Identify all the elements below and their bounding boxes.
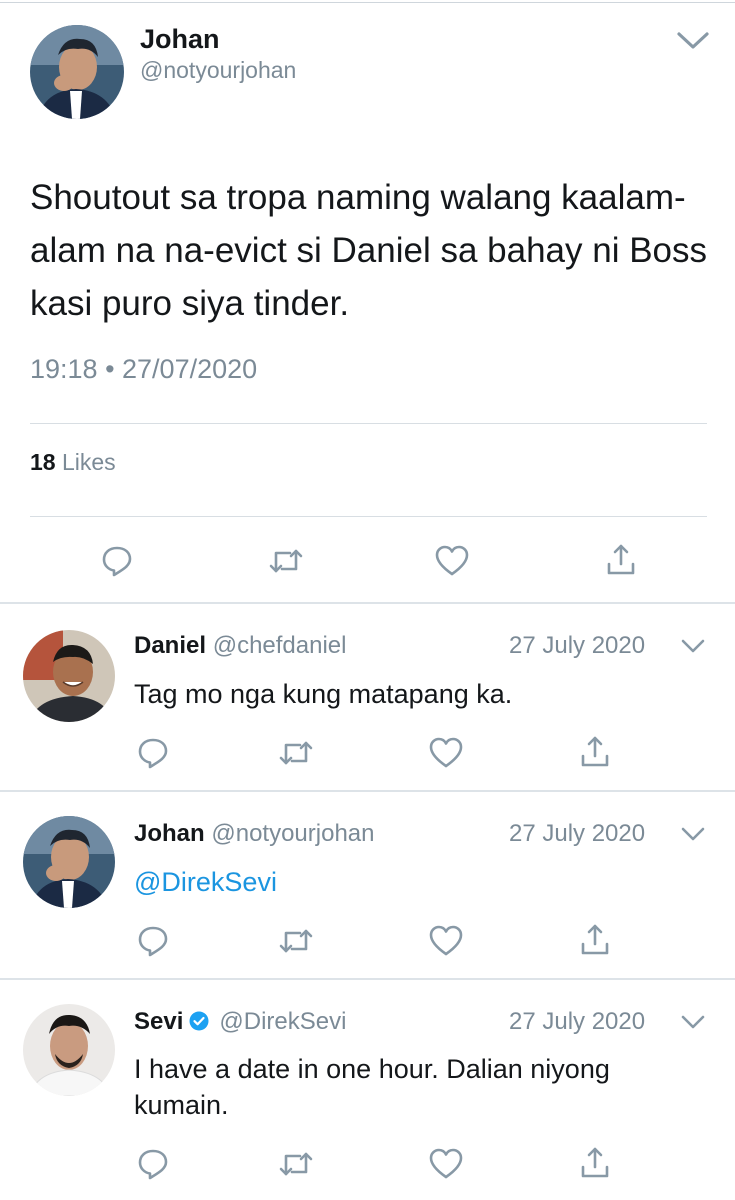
reply-text: I have a date in one hour. Dalian niyong… — [134, 1054, 610, 1120]
author-name[interactable]: Johan — [140, 24, 220, 55]
chevron-down-icon[interactable] — [680, 826, 706, 842]
share-icon — [581, 1147, 609, 1178]
reply-date[interactable]: 27 July 2020 — [509, 632, 645, 660]
heart-icon — [429, 925, 463, 956]
tweet-timestamp[interactable]: 19:18 • 27/07/2020 — [30, 354, 257, 385]
main-tweet: Johan @notyourjohan Shoutout sa tropa na… — [0, 0, 735, 603]
author-name[interactable]: Sevi — [134, 1008, 183, 1035]
share-icon — [607, 544, 635, 575]
mention-link[interactable]: @DirekSevi — [134, 865, 714, 899]
author-handle[interactable]: @notyourjohan — [140, 57, 296, 84]
reply-tweet[interactable]: Sevi @DirekSevi 27 July 2020 I have a dat… — [0, 980, 735, 1200]
reply-icon — [102, 546, 132, 577]
reply-text: Tag mo nga kung matapang ka. — [134, 679, 513, 709]
retweet-icon — [279, 929, 313, 953]
share-button[interactable] — [580, 1146, 610, 1180]
reply-tweet[interactable]: Johan @notyourjohan 27 July 2020 @DirekS… — [0, 792, 735, 978]
tweet-text: Shoutout sa tropa naming walang kaalam-a… — [30, 178, 708, 323]
verified-badge-icon — [189, 1010, 209, 1031]
reply-button[interactable] — [100, 544, 134, 578]
likes-label: Likes — [61, 449, 116, 475]
avatar[interactable] — [30, 25, 124, 119]
retweet-icon — [279, 1152, 313, 1176]
reply-date[interactable]: 27 July 2020 — [509, 1008, 645, 1036]
chevron-down-icon[interactable] — [680, 1014, 706, 1030]
reply-header: Daniel @chefdaniel — [134, 632, 346, 660]
avatar[interactable] — [23, 630, 115, 722]
divider — [30, 423, 707, 424]
reply-button[interactable] — [136, 736, 170, 770]
reply-date[interactable]: 27 July 2020 — [509, 820, 645, 848]
reply-icon — [138, 926, 168, 957]
reply-button[interactable] — [136, 924, 170, 958]
reply-header: Sevi @DirekSevi — [134, 1008, 346, 1036]
chevron-down-icon[interactable] — [676, 30, 710, 52]
heart-icon — [435, 545, 469, 576]
author-handle[interactable]: @chefdaniel — [213, 632, 347, 659]
retweet-icon — [279, 741, 313, 765]
author-name[interactable]: Johan — [134, 820, 205, 847]
likes-count[interactable]: 18 Likes — [30, 449, 116, 476]
heart-icon — [429, 737, 463, 768]
share-button[interactable] — [606, 543, 636, 577]
retweet-button[interactable] — [278, 1149, 314, 1179]
reply-icon — [138, 1149, 168, 1180]
likes-number: 18 — [30, 449, 56, 475]
avatar[interactable] — [23, 816, 115, 908]
retweet-button[interactable] — [278, 738, 314, 768]
heart-icon — [429, 1148, 463, 1179]
chevron-down-icon[interactable] — [680, 638, 706, 654]
share-icon — [581, 924, 609, 955]
author-handle[interactable]: @notyourjohan — [211, 820, 374, 847]
retweet-button[interactable] — [278, 926, 314, 956]
like-button[interactable] — [429, 737, 463, 769]
like-button[interactable] — [435, 545, 469, 577]
like-button[interactable] — [429, 925, 463, 957]
reply-button[interactable] — [136, 1147, 170, 1181]
divider — [30, 516, 707, 517]
retweet-icon — [269, 549, 303, 573]
like-button[interactable] — [429, 1148, 463, 1180]
reply-icon — [138, 738, 168, 769]
author-handle[interactable]: @DirekSevi — [219, 1008, 346, 1035]
reply-header: Johan @notyourjohan — [134, 820, 375, 848]
share-button[interactable] — [580, 735, 610, 769]
reply-tweet[interactable]: Daniel @chefdaniel 27 July 2020 Tag mo n… — [0, 604, 735, 790]
share-button[interactable] — [580, 923, 610, 957]
author-name[interactable]: Daniel — [134, 632, 206, 659]
avatar[interactable] — [23, 1004, 115, 1096]
retweet-button[interactable] — [268, 546, 304, 576]
share-icon — [581, 736, 609, 767]
